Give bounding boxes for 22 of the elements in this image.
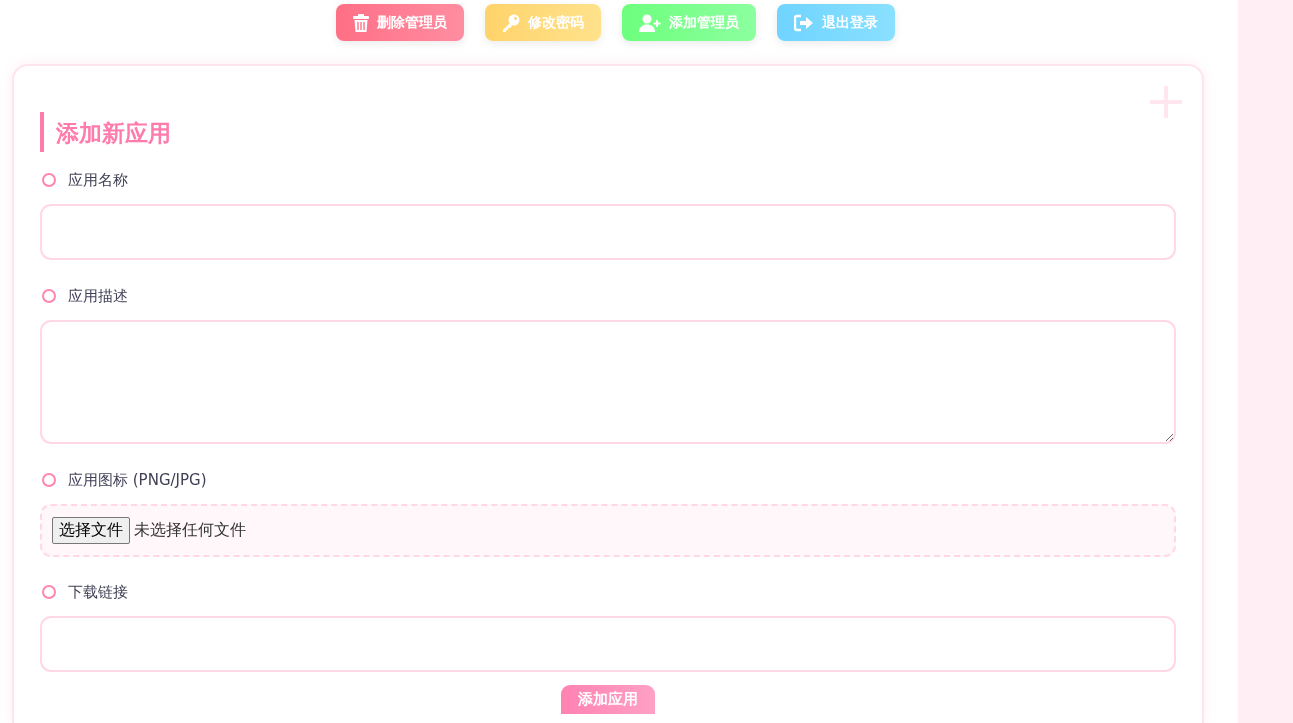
trash-icon bbox=[353, 13, 369, 32]
delete-button[interactable]: 删除管理员 bbox=[336, 4, 464, 41]
circle-icon bbox=[42, 585, 56, 599]
logout-icon bbox=[794, 13, 814, 32]
field-label: 应用名称 bbox=[68, 170, 128, 190]
plus-icon bbox=[1150, 86, 1182, 118]
circle-icon bbox=[42, 289, 56, 303]
file-drop-zone[interactable]: 选择文件 未选择任何文件 bbox=[40, 504, 1176, 557]
password-button[interactable]: 修改密码 bbox=[485, 4, 601, 41]
circle-icon bbox=[42, 473, 56, 487]
field-label: 应用描述 bbox=[68, 286, 128, 306]
file-status: 未选择任何文件 bbox=[134, 520, 246, 541]
logout-button[interactable]: 退出登录 bbox=[777, 4, 895, 41]
field-label: 应用图标 (PNG/JPG) bbox=[68, 470, 207, 490]
form-title: 添加新应用 bbox=[40, 112, 1176, 152]
submit-button[interactable]: 添加应用 bbox=[561, 685, 655, 714]
add-button[interactable]: 添加管理员 bbox=[622, 4, 756, 41]
circle-icon bbox=[42, 173, 56, 187]
field-label: 下载链接 bbox=[68, 582, 128, 602]
user-plus-icon bbox=[639, 13, 661, 32]
key-icon bbox=[502, 13, 520, 32]
choose-file-button[interactable]: 选择文件 bbox=[52, 517, 130, 544]
